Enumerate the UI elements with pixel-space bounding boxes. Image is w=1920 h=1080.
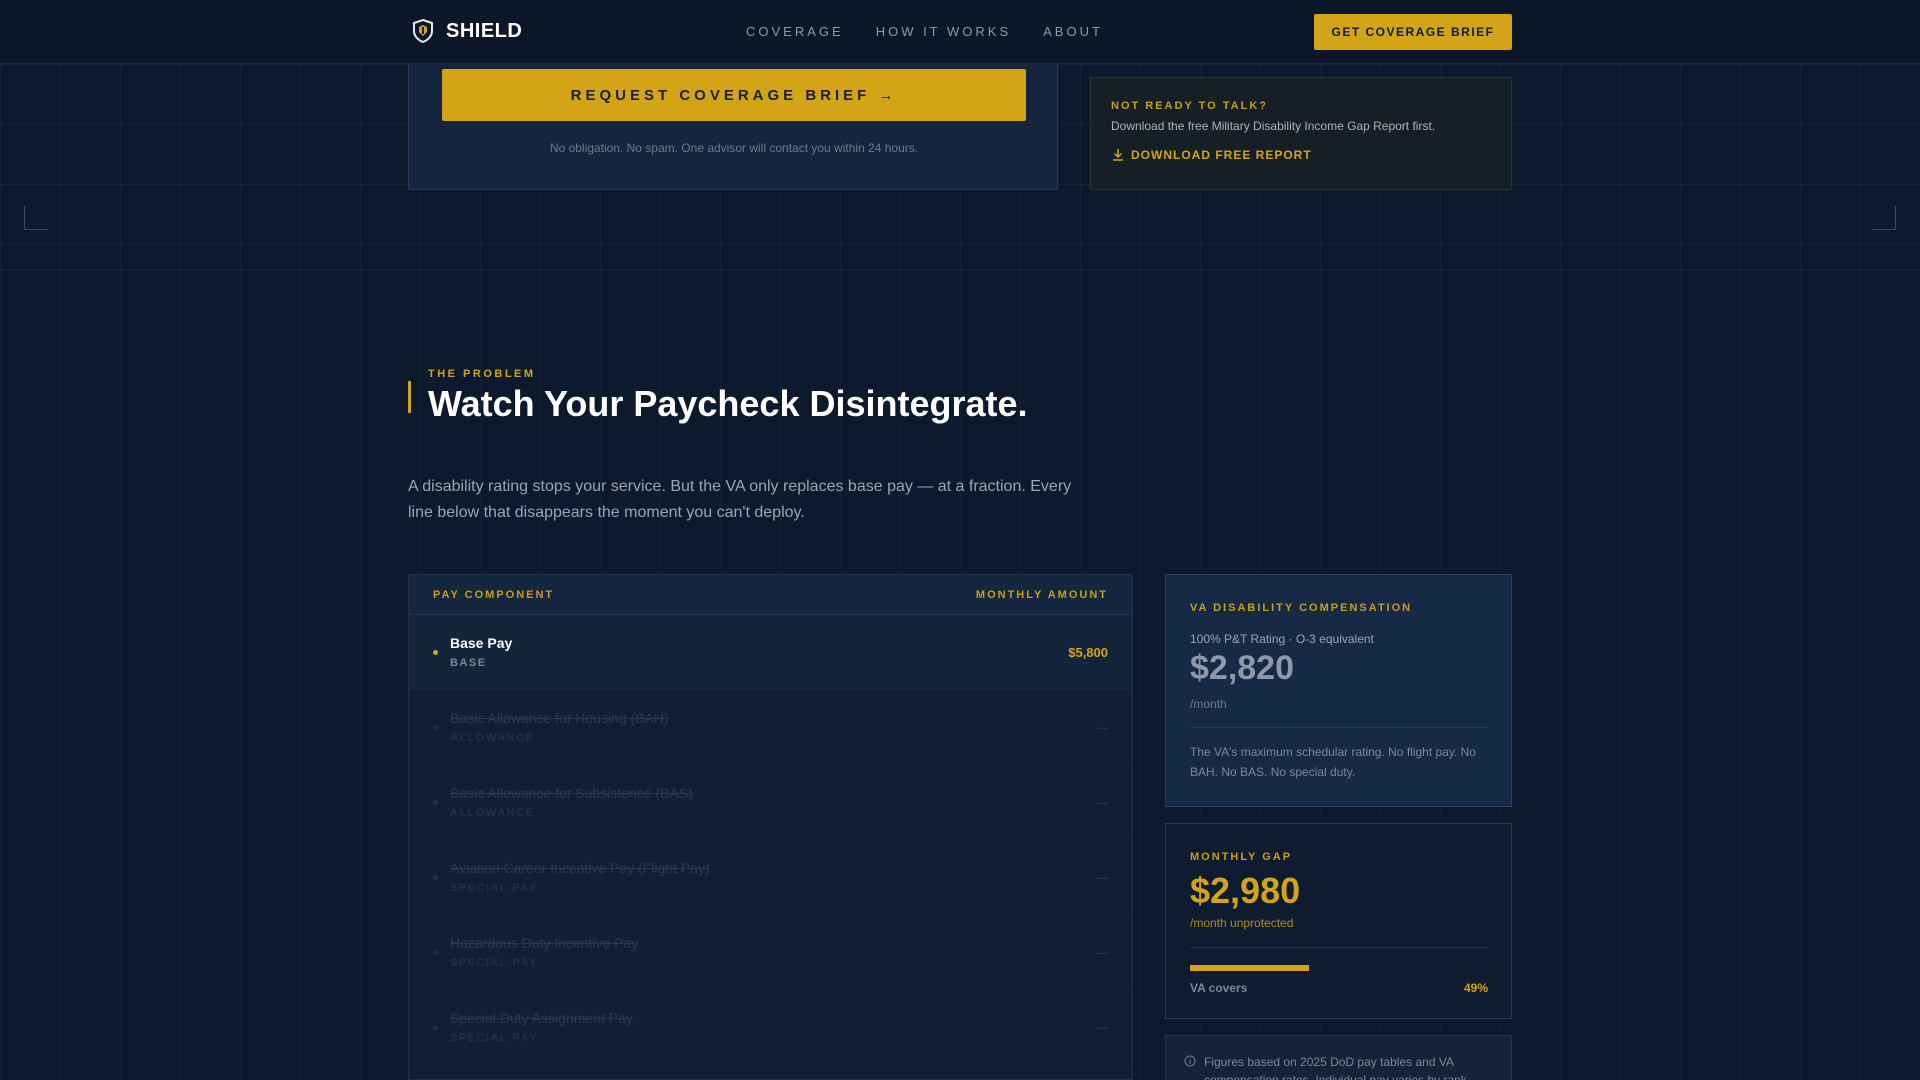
section-lead-paragraph: A disability rating stops your service. … (408, 478, 1072, 521)
va-amount: $2,820 (1190, 649, 1294, 687)
download-report-card: NOT READY TO TALK? Download the free Mil… (1090, 77, 1512, 190)
va-coverage-progress-bar (1190, 965, 1488, 971)
row-name: Aviation Career Incentive Pay (Flight Pa… (450, 860, 710, 876)
pay-component-table: PAY COMPONENT MONTHLY AMOUNT Base Pay BA… (408, 574, 1133, 1080)
bullet-icon (433, 799, 438, 805)
section-accent-bar (408, 381, 411, 413)
footnote-text: Figures based on 2025 DoD pay tables and… (1204, 1055, 1467, 1080)
corner-bracket-left (24, 206, 48, 230)
column-header-pay-component: PAY COMPONENT (433, 588, 555, 601)
row-type: BASE (450, 657, 487, 669)
row-name: Base Pay (450, 635, 513, 651)
bullet-icon (433, 1024, 438, 1030)
section-headline: Watch Your Paycheck Disintegrate. (428, 383, 1028, 424)
nav-link-coverage[interactable]: COVERAGE (746, 24, 844, 39)
gap-amount: $2,980 (1190, 870, 1301, 911)
va-card-kicker: VA DISABILITY COMPENSATION (1190, 602, 1413, 614)
va-description: The VA's maximum schedular rating. No fl… (1190, 745, 1476, 779)
monthly-gap-card: MONTHLY GAP $2,980 /month unprotected VA… (1165, 823, 1512, 1019)
table-row: Base Pay BASE $5,800 (409, 615, 1132, 690)
nav-link-about[interactable]: ABOUT (1043, 24, 1103, 39)
request-button-label: REQUEST COVERAGE BRIEF (570, 86, 871, 104)
row-amount: — (1095, 794, 1108, 810)
brand-logo[interactable]: SHIELD (410, 18, 522, 44)
row-type: SPECIAL PAY (450, 882, 538, 894)
download-free-report-link[interactable]: DOWNLOAD FREE REPORT (1111, 148, 1312, 162)
table-row: Basic Allowance for Subsistence (BAS) AL… (409, 765, 1132, 840)
va-coverage-percent: 49% (1463, 981, 1488, 995)
va-compensation-card: VA DISABILITY COMPENSATION 100% P&T Rati… (1165, 574, 1512, 807)
row-amount: $5,800 (1068, 644, 1108, 660)
main-nav: COVERAGE HOW IT WORKS ABOUT (746, 24, 1103, 39)
download-link-label: DOWNLOAD FREE REPORT (1131, 148, 1312, 162)
bullet-icon (433, 874, 438, 880)
download-card-kicker: NOT READY TO TALK? (1111, 100, 1268, 112)
request-form-card: REQUEST COVERAGE BRIEF → No obligation. … (408, 64, 1058, 190)
section-kicker: THE PROBLEM (428, 368, 536, 380)
top-navigation-bar: SHIELD COVERAGE HOW IT WORKS ABOUT GET C… (0, 0, 1920, 64)
table-header: PAY COMPONENT MONTHLY AMOUNT (409, 575, 1132, 615)
table-row: Special Duty Assignment Pay SPECIAL PAY … (409, 990, 1132, 1065)
column-header-monthly-amount: MONTHLY AMOUNT (975, 588, 1108, 601)
row-amount: — (1095, 1019, 1108, 1035)
gap-card-kicker: MONTHLY GAP (1190, 851, 1293, 863)
row-amount: — (1095, 869, 1108, 885)
download-card-text: Download the free Military Disability In… (1111, 119, 1436, 133)
row-name: Basic Allowance for Subsistence (BAS) (450, 785, 693, 801)
row-amount: — (1095, 719, 1108, 735)
shield-icon (413, 18, 433, 44)
bullet-icon (433, 724, 438, 730)
table-row: Hazardous Duty Incentive Pay SPECIAL PAY… (409, 915, 1132, 990)
bullet-icon (433, 649, 438, 655)
gap-card-divider (1190, 947, 1488, 948)
download-icon (1113, 149, 1123, 161)
nav-link-how-it-works[interactable]: HOW IT WORKS (876, 24, 1011, 39)
row-name: Hazardous Duty Incentive Pay (450, 935, 639, 951)
row-type: SPECIAL PAY (450, 1032, 538, 1044)
get-coverage-brief-button[interactable]: GET COVERAGE BRIEF (1314, 14, 1512, 50)
gap-amount-period: /month unprotected (1190, 916, 1294, 930)
va-coverage-progress-fill (1190, 965, 1310, 971)
table-row: Basic Allowance for Housing (BAH) ALLOWA… (409, 690, 1132, 765)
info-icon (1184, 1055, 1196, 1067)
row-type: SPECIAL PAY (450, 957, 538, 969)
table-row: Aviation Career Incentive Pay (Flight Pa… (409, 840, 1132, 915)
request-coverage-brief-button[interactable]: REQUEST COVERAGE BRIEF → (442, 69, 1026, 121)
arrow-right-icon: → (878, 86, 898, 104)
va-amount-period: /month (1190, 697, 1227, 711)
figures-footnote-card: Figures based on 2025 DoD pay tables and… (1165, 1035, 1512, 1080)
row-name: Special Duty Assignment Pay (450, 1010, 633, 1026)
va-card-divider (1190, 727, 1488, 728)
bullet-icon (433, 949, 438, 955)
row-type: ALLOWANCE (450, 732, 535, 744)
row-type: ALLOWANCE (450, 807, 535, 819)
brand-name: SHIELD (446, 19, 523, 42)
row-amount: — (1095, 944, 1108, 960)
form-disclaimer: No obligation. No spam. One advisor will… (549, 141, 919, 155)
row-name: Basic Allowance for Housing (BAH) (450, 710, 669, 726)
va-rating-subtitle: 100% P&T Rating · O-3 equivalent (1190, 632, 1374, 646)
corner-bracket-right (1872, 206, 1896, 230)
va-coverage-label: VA covers (1190, 981, 1248, 995)
